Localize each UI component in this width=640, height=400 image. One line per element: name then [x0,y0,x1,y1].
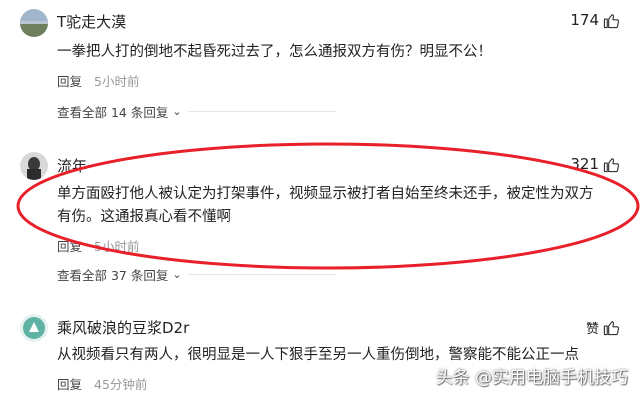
like-button[interactable]: 赞 [586,318,620,337]
thumbs-up-icon [603,156,620,173]
chevron-down-icon: ⌄ [172,268,182,281]
comment-text: 单方面殴打他人被认定为打架事件，视频显示被打者自始至终未还手，被定性为双方有伤。… [57,186,594,225]
timestamp: 5小时前 [94,74,140,89]
divider [187,111,336,112]
username[interactable]: T驼走大漠 [57,11,126,32]
timestamp: 45分钟前 [94,377,148,392]
avatar[interactable] [20,152,48,180]
reply-button[interactable]: 回复 [57,374,82,393]
thumbs-up-icon [603,12,620,29]
reply-button[interactable]: 回复 [57,236,82,255]
thumbs-up-icon [603,319,620,336]
comment-meta: 回复 5小时前 [57,71,139,90]
like-button[interactable]: 174 [570,11,620,29]
avatar[interactable] [20,314,48,342]
like-count: 321 [570,155,599,173]
username[interactable]: 流年 [57,155,87,176]
comment-text: 一拳把人打的倒地不起昏死过去了，怎么通报双方有伤？明显不公！ [57,44,492,60]
timestamp: 5小时前 [94,239,140,254]
view-all-replies-label: 查看全部 14 条回复 [57,105,169,120]
like-count: 174 [570,11,599,29]
avatar[interactable] [20,9,48,37]
view-all-replies[interactable]: 查看全部 14 条回复 ⌄ [57,102,336,121]
view-all-replies-label: 查看全部 37 条回复 [57,268,169,283]
like-button[interactable]: 321 [570,155,620,173]
like-label: 赞 [585,322,599,337]
view-all-replies[interactable]: 查看全部 37 条回复 ⌄ [57,265,336,284]
divider [187,274,336,275]
comment-meta: 回复 45分钟前 [57,374,147,393]
reply-button[interactable]: 回复 [57,71,82,90]
chevron-down-icon: ⌄ [172,105,182,118]
username[interactable]: 乘风破浪的豆浆D2r [57,317,189,338]
watermark: 头条 @实用电脑手机技巧 [435,368,628,388]
comment-meta: 回复 5小时前 [57,236,139,255]
